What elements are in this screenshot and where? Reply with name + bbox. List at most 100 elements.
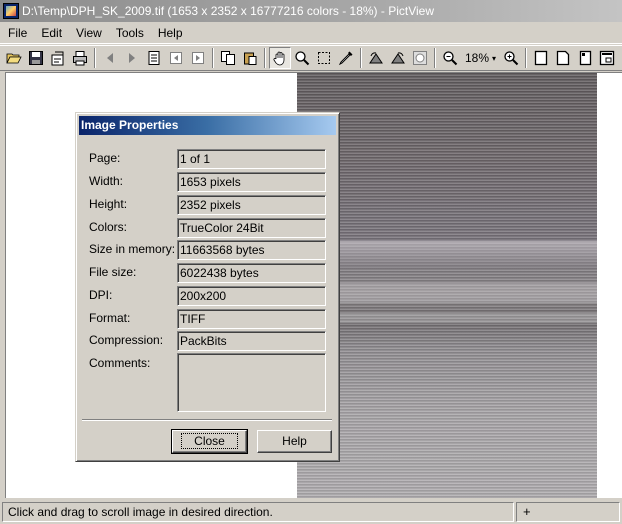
- page-icon: [148, 51, 160, 65]
- properties-icon: [51, 51, 64, 66]
- status-indicator: +: [516, 502, 620, 522]
- fullscreen-icon: [599, 50, 615, 66]
- menu-file[interactable]: File: [0, 23, 34, 43]
- help-button[interactable]: Help: [257, 430, 332, 453]
- eyedropper-tool-button[interactable]: [335, 47, 357, 69]
- comments-label: Comments:: [89, 356, 151, 370]
- hand-tool-button[interactable]: [269, 47, 291, 69]
- select-tool-button[interactable]: [313, 47, 335, 69]
- zoom-tool-button[interactable]: [291, 47, 313, 69]
- page-label: Page:: [89, 151, 121, 165]
- copy-icon: [221, 51, 235, 65]
- save-icon: [29, 51, 43, 65]
- image-canvas[interactable]: [297, 73, 597, 498]
- open-button[interactable]: [3, 47, 25, 69]
- width-field: 1653 pixels: [177, 172, 326, 192]
- rotate-right-icon: [391, 52, 405, 64]
- rotate-left-icon: [369, 52, 383, 64]
- status-text: Click and drag to scroll image in desire…: [2, 502, 514, 522]
- fit-page-icon: [534, 50, 548, 66]
- compression-label: Compression:: [89, 333, 164, 347]
- file-size-field: 6022438 bytes: [177, 263, 326, 283]
- dpi-field: 200x200: [177, 286, 326, 306]
- print-icon: [73, 51, 87, 66]
- copy-button[interactable]: [217, 47, 239, 69]
- fullscreen-button[interactable]: [596, 47, 618, 69]
- toolbar-separator: [525, 48, 528, 68]
- open-icon: [6, 53, 22, 64]
- comments-field[interactable]: [177, 353, 326, 412]
- select-icon: [318, 52, 330, 64]
- menu-view[interactable]: View: [69, 23, 109, 43]
- compression-field: PackBits: [177, 331, 326, 351]
- page-button[interactable]: [143, 47, 165, 69]
- zoom-level-dropdown[interactable]: 18% ▾: [461, 47, 500, 69]
- save-button[interactable]: [25, 47, 47, 69]
- toolbar-separator: [94, 48, 96, 68]
- forward-icon: [129, 53, 135, 63]
- toolbar-separator: [360, 48, 362, 68]
- close-button-label: Close: [181, 433, 238, 449]
- zoom-out-icon: [443, 51, 458, 66]
- menu-help[interactable]: Help: [151, 23, 190, 43]
- paste-icon: [244, 52, 257, 65]
- colors-field: TrueColor 24Bit: [177, 218, 326, 238]
- image-band: [297, 313, 597, 323]
- size-in-memory-field: 11663568 bytes: [177, 240, 326, 260]
- zoom-level-value: 18%: [465, 51, 490, 65]
- actual-size-icon: [579, 50, 592, 66]
- adjust-icon: [413, 51, 427, 65]
- adjust-button[interactable]: [409, 47, 431, 69]
- fit-width-icon: [556, 50, 570, 66]
- back-icon: [107, 53, 113, 63]
- image-properties-dialog: Image Properties Page: 1 of 1 Width: 165…: [75, 112, 340, 462]
- height-field: 2352 pixels: [177, 195, 326, 215]
- chevron-down-icon: ▾: [492, 53, 497, 63]
- dialog-divider: [82, 419, 332, 421]
- menu-edit[interactable]: Edit: [34, 23, 69, 43]
- window-titlebar[interactable]: D:\Temp\DPH_SK_2009.tif (1653 x 2352 x 1…: [0, 0, 622, 22]
- next-page-button[interactable]: [187, 47, 209, 69]
- next-page-icon: [192, 52, 204, 64]
- forward-button[interactable]: [121, 47, 143, 69]
- zoom-in-icon: [504, 51, 519, 66]
- format-field: TIFF: [177, 309, 326, 329]
- hand-icon: [273, 51, 285, 66]
- menu-bar: File Edit View Tools Help: [0, 22, 622, 44]
- app-icon[interactable]: [3, 3, 19, 19]
- toolbar-separator: [212, 48, 214, 68]
- fit-width-button[interactable]: [552, 47, 574, 69]
- menu-tools[interactable]: Tools: [109, 23, 151, 43]
- width-label: Width:: [89, 174, 124, 188]
- rotate-right-button[interactable]: [387, 47, 409, 69]
- properties-button[interactable]: [47, 47, 69, 69]
- toolbar-separator: [264, 48, 266, 68]
- file-size-label: File size:: [89, 265, 137, 279]
- zoom-icon: [295, 51, 310, 66]
- paste-button[interactable]: [239, 47, 261, 69]
- toolbar-separator: [434, 48, 436, 68]
- image-band: [297, 283, 597, 303]
- eyedropper-icon: [338, 51, 353, 66]
- colors-label: Colors:: [89, 220, 128, 234]
- actual-size-button[interactable]: [574, 47, 596, 69]
- print-button[interactable]: [69, 47, 91, 69]
- zoom-out-button[interactable]: [439, 47, 461, 69]
- page-field: 1 of 1: [177, 149, 326, 169]
- format-label: Format:: [89, 311, 131, 325]
- size-in-memory-label: Size in memory:: [89, 242, 176, 256]
- window-title: D:\Temp\DPH_SK_2009.tif (1653 x 2352 x 1…: [22, 4, 434, 18]
- zoom-in-button[interactable]: [500, 47, 522, 69]
- prev-page-button[interactable]: [165, 47, 187, 69]
- status-bar: Click and drag to scroll image in desire…: [0, 500, 622, 524]
- back-button[interactable]: [99, 47, 121, 69]
- toolbar: 18% ▾: [0, 45, 622, 71]
- image-band: [297, 241, 597, 269]
- height-label: Height:: [89, 197, 128, 211]
- close-button[interactable]: Close: [171, 429, 248, 454]
- dpi-label: DPI:: [89, 288, 113, 302]
- dialog-title[interactable]: Image Properties: [79, 116, 336, 135]
- prev-page-icon: [170, 52, 182, 64]
- fit-page-button[interactable]: [530, 47, 552, 69]
- rotate-left-button[interactable]: [365, 47, 387, 69]
